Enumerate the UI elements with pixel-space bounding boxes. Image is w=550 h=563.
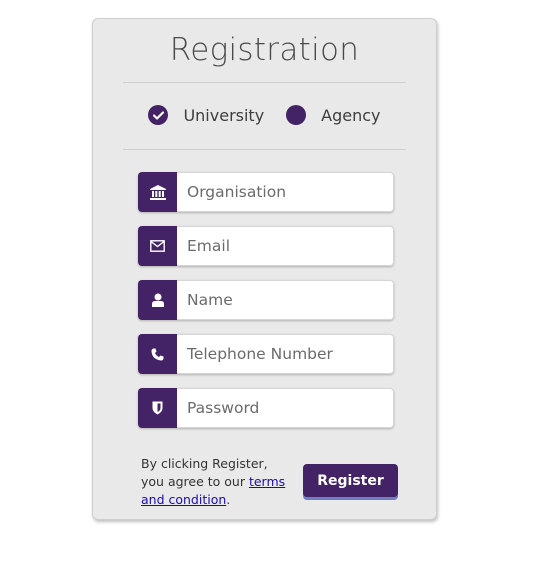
- divider: [123, 149, 406, 150]
- envelope-icon: [138, 226, 177, 266]
- email-field: [138, 226, 394, 266]
- registration-card: Registration University Agency Organisat…: [92, 18, 437, 520]
- divider: [123, 82, 406, 83]
- email-input[interactable]: [177, 226, 394, 266]
- circle-icon[interactable]: [286, 105, 307, 125]
- register-button[interactable]: Register: [303, 464, 398, 497]
- terms-suffix: .: [226, 492, 231, 507]
- password-field: [138, 388, 394, 428]
- telephone-field: [138, 334, 394, 374]
- check-circle-icon[interactable]: [148, 105, 169, 125]
- radio-agency[interactable]: Agency: [286, 105, 381, 125]
- shield-icon: [138, 388, 177, 428]
- radio-label: Agency: [321, 105, 381, 125]
- password-input[interactable]: [177, 388, 394, 428]
- account-type-group: University Agency: [93, 105, 436, 125]
- name-input[interactable]: [177, 280, 394, 320]
- phone-icon: [138, 334, 177, 374]
- telephone-input[interactable]: [177, 334, 394, 374]
- radio-label: University: [183, 105, 265, 125]
- name-field: [138, 280, 394, 320]
- radio-university[interactable]: University: [148, 105, 264, 125]
- terms-notice: By clicking Register, you agree to our t…: [141, 455, 291, 509]
- organisation-input[interactable]: [177, 172, 394, 212]
- bank-icon: [138, 172, 177, 212]
- organisation-field: [138, 172, 394, 212]
- page-title: Registration: [169, 32, 360, 68]
- user-icon: [138, 280, 177, 320]
